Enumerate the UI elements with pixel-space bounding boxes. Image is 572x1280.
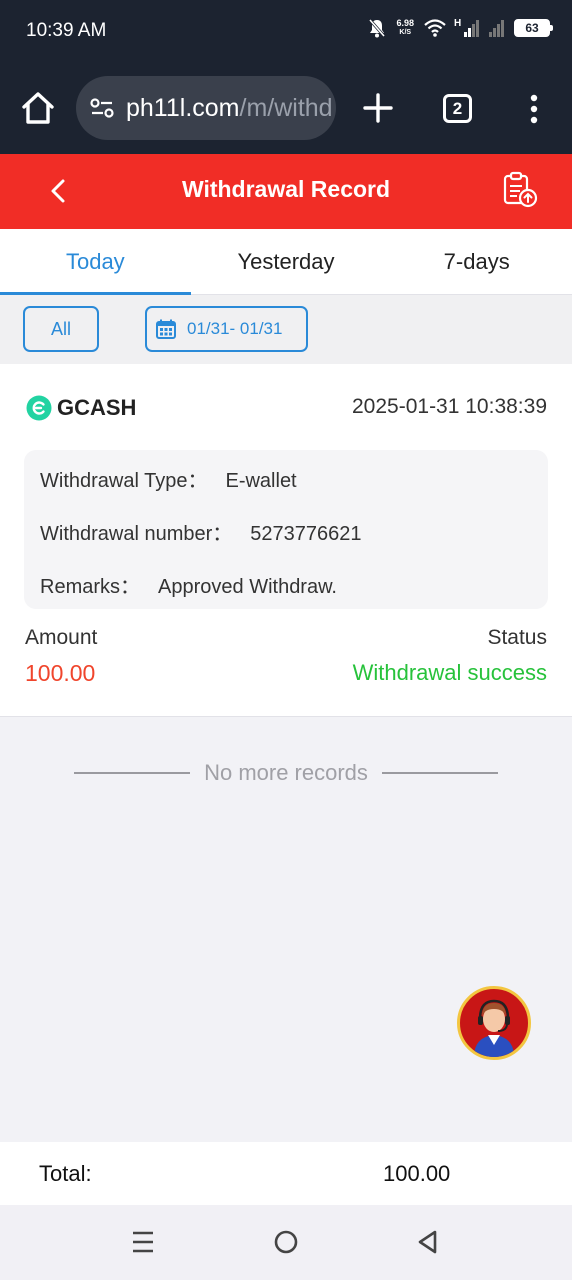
withdrawal-type-value: E-wallet xyxy=(225,470,297,492)
url-domain: ph11l.com xyxy=(126,93,240,122)
payment-method: GCASH xyxy=(57,395,137,420)
clipboard-upload-icon[interactable] xyxy=(500,170,540,210)
signal-icon xyxy=(489,19,504,37)
divider-right xyxy=(381,772,498,774)
browser-toolbar: ph11l.com/m/withd 2 xyxy=(0,64,572,154)
wifi-icon xyxy=(424,19,446,37)
tab-7-days[interactable]: 7-days xyxy=(381,229,572,294)
withdrawal-number-value: 5273776621 xyxy=(250,523,362,545)
date-range-button[interactable]: 01/31- 01/31 xyxy=(145,306,308,352)
withdrawal-number-label: Withdrawal number： xyxy=(40,523,233,545)
remarks-row: Remarks： Approved Withdraw. xyxy=(40,570,337,599)
record-datetime: 2025-01-31 10:38:39 xyxy=(352,395,547,418)
url-path: /m/withd xyxy=(239,93,333,122)
site-settings-icon[interactable] xyxy=(88,94,116,122)
type-filter-button[interactable]: All xyxy=(23,306,99,352)
more-options-icon[interactable] xyxy=(528,94,540,124)
filter-row: All 01/31- 01/31 xyxy=(0,295,572,364)
list-end-indicator: No more records xyxy=(0,760,572,786)
notifications-off-icon xyxy=(369,19,386,38)
status-label: Status xyxy=(487,626,547,649)
signal-type-label: H xyxy=(454,17,462,29)
system-navigation-bar xyxy=(0,1205,572,1280)
remarks-label: Remarks： xyxy=(40,576,141,598)
divider-left xyxy=(74,772,191,774)
status-value: Withdrawal success xyxy=(352,660,547,685)
calendar-icon xyxy=(156,319,176,339)
date-tabs: Today Yesterday 7-days xyxy=(0,229,572,295)
address-bar[interactable]: ph11l.com/m/withd xyxy=(76,76,336,140)
amount-label: Amount xyxy=(25,626,98,649)
withdrawal-type-label: Withdrawal Type： xyxy=(40,470,208,492)
page-title: Withdrawal Record xyxy=(181,176,391,202)
amount-value: 100.00 xyxy=(25,660,96,686)
network-speed: 6.98 K/S xyxy=(396,19,414,37)
withdrawal-record-card[interactable]: GCASH 2025-01-31 10:38:39 Withdrawal Typ… xyxy=(0,364,572,717)
record-details: Withdrawal Type： E-wallet Withdrawal numb… xyxy=(24,450,548,609)
no-more-records-text: No more records xyxy=(204,760,368,785)
recent-apps-icon[interactable] xyxy=(128,1227,158,1257)
tab-yesterday[interactable]: Yesterday xyxy=(191,229,382,294)
total-bar: Total: 100.00 xyxy=(0,1142,572,1205)
withdrawal-number-row: Withdrawal number： 5273776621 xyxy=(40,517,362,546)
customer-support-button[interactable] xyxy=(457,986,531,1060)
support-agent-icon xyxy=(474,999,514,1057)
page-header: Withdrawal Record xyxy=(0,154,572,229)
home-icon[interactable] xyxy=(20,90,56,126)
signal-h-icon: H xyxy=(454,17,479,37)
total-value: 100.00 xyxy=(383,1161,451,1186)
new-tab-icon[interactable] xyxy=(362,92,394,124)
gcash-logo-icon xyxy=(26,395,52,421)
date-range-label: 01/31- 01/31 xyxy=(187,319,283,338)
status-time: 10:39 AM xyxy=(26,20,107,41)
url-text[interactable]: ph11l.com/m/withd xyxy=(126,94,333,123)
tab-switcher-button[interactable]: 2 xyxy=(443,94,472,123)
home-circle-icon[interactable] xyxy=(271,1227,301,1257)
network-speed-value: 6.98 xyxy=(396,18,414,28)
tab-today[interactable]: Today xyxy=(0,229,191,295)
network-speed-unit: K/S xyxy=(399,29,412,36)
total-label: Total: xyxy=(39,1161,92,1186)
battery-indicator: 63 xyxy=(514,19,553,37)
status-icons: 6.98 K/S H 63 xyxy=(368,17,553,38)
remarks-value: Approved Withdraw. xyxy=(158,576,337,598)
status-bar: 10:39 AM 6.98 K/S H 63 xyxy=(0,0,572,64)
withdrawal-type-row: Withdrawal Type： E-wallet xyxy=(40,464,297,493)
back-triangle-icon[interactable] xyxy=(413,1227,443,1257)
